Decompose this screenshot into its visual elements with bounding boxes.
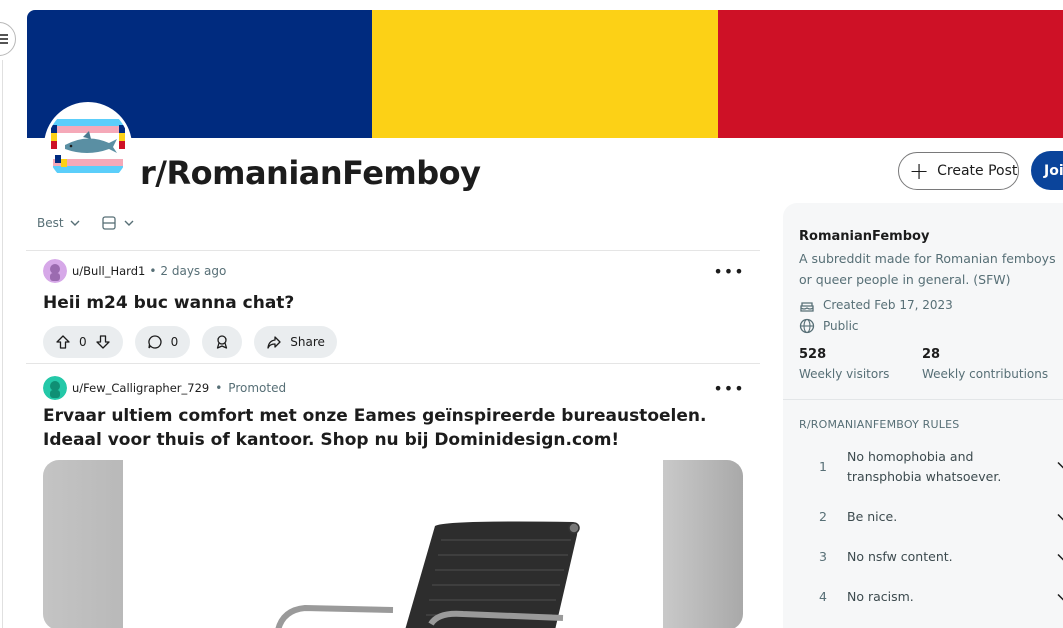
more-options-button[interactable]: ••• (713, 259, 745, 283)
rule-text: Be nice. (847, 509, 898, 524)
visibility-label: Public (823, 319, 859, 333)
view-mode-dropdown[interactable] (101, 216, 134, 230)
created-date: Created Feb 17, 2023 (823, 298, 953, 312)
weekly-visitors-label: Weekly visitors (799, 367, 890, 381)
rule-item[interactable]: 1 No homophobia and transphobia whatsoev… (799, 447, 1063, 487)
community-avatar (44, 102, 132, 190)
comment-icon (147, 335, 162, 349)
sidebar-divider (783, 399, 1063, 400)
user-avatar[interactable] (43, 259, 67, 283)
rule-number: 4 (819, 589, 827, 604)
nav-menu-button[interactable] (0, 22, 16, 56)
post-title[interactable]: Heii m24 buc wanna chat? (43, 291, 743, 315)
vote-pill: 0 (43, 326, 123, 358)
sort-label: Best (37, 216, 64, 230)
ad-image[interactable] (43, 460, 743, 628)
plus-icon: + (909, 157, 930, 185)
award-icon (217, 335, 228, 349)
comment-count: 0 (170, 335, 179, 349)
flag-stripe-yellow (372, 10, 718, 138)
created-row: Created Feb 17, 2023 (799, 297, 953, 313)
user-avatar[interactable] (43, 376, 67, 400)
rule-text: No nsfw content. (847, 549, 953, 564)
rule-item[interactable]: 2 Be nice. (799, 507, 1063, 527)
feed-divider (26, 363, 760, 364)
community-sidebar: RomanianFemboy A subreddit made for Roma… (783, 203, 1063, 628)
flag-stripe-red (717, 10, 1063, 138)
chevron-down-icon (1057, 553, 1063, 561)
hamburger-icon (0, 34, 8, 44)
promoted-tag: Promoted (228, 381, 287, 395)
award-button[interactable] (202, 326, 243, 358)
rule-number: 2 (819, 509, 827, 524)
chevron-down-icon (1057, 461, 1063, 469)
share-icon (267, 336, 281, 349)
sidebar-community-name: RomanianFemboy (799, 229, 930, 244)
rule-item[interactable]: 4 No racism. (799, 587, 1063, 607)
rule-number: 1 (819, 459, 827, 474)
post-card[interactable]: u/Bull_Hard1 • 2 days ago ••• Heii m24 b… (43, 259, 745, 358)
chevron-down-icon (1057, 593, 1063, 601)
rule-text: No homophobia and transphobia whatsoever… (847, 449, 1002, 484)
more-icon: ••• (713, 261, 745, 281)
join-button[interactable]: Join (1031, 151, 1063, 190)
more-options-button[interactable]: ••• (713, 376, 745, 400)
comments-button[interactable]: 0 (134, 326, 191, 358)
sort-dropdown[interactable]: Best (37, 216, 80, 230)
left-rail-divider (2, 60, 3, 628)
chevron-down-icon (1057, 513, 1063, 521)
vote-score: 0 (79, 335, 87, 349)
post-meta: u/Few_Calligrapher_729 • Promoted (43, 376, 743, 400)
weekly-contributions-label: Weekly contributions (922, 367, 1049, 381)
post-meta: u/Bull_Hard1 • 2 days ago (43, 259, 743, 283)
more-icon: ••• (713, 378, 745, 398)
chevron-down-icon (70, 220, 80, 226)
create-post-button[interactable]: + Create Post (898, 152, 1019, 190)
globe-icon (799, 318, 815, 334)
chevron-down-icon (124, 220, 134, 226)
share-button[interactable]: Share (254, 326, 337, 358)
cake-icon (800, 302, 814, 312)
feed-divider (26, 250, 760, 251)
post-author[interactable]: u/Bull_Hard1 (72, 264, 145, 278)
sidebar-description: A subreddit made for Romanian femboys or… (799, 251, 1056, 287)
downvote-icon[interactable] (95, 334, 111, 350)
create-post-label: Create Post (937, 163, 1018, 179)
post-actions: 0 0 Share (43, 326, 743, 358)
subreddit-title: r/RomanianFemboy (140, 154, 481, 192)
weekly-contributions-stat: 28 Weekly contributions (922, 347, 1048, 381)
rule-text: No racism. (847, 589, 914, 604)
rule-item[interactable]: 3 No nsfw content. (799, 547, 1063, 567)
visibility-row: Public (799, 318, 859, 334)
post-title[interactable]: Ervaar ultiem comfort met onze Eames geï… (43, 404, 733, 452)
share-label: Share (290, 335, 325, 349)
rules-heading: R/ROMANIANFEMBOY RULES (799, 418, 960, 431)
upvote-icon[interactable] (55, 334, 71, 350)
rule-number: 3 (819, 549, 827, 564)
join-label: Join (1044, 162, 1063, 179)
weekly-visitors-count: 528 (799, 347, 827, 362)
feed-sort-bar: Best (37, 216, 134, 230)
weekly-contributions-count: 28 (922, 347, 941, 362)
promoted-post-card[interactable]: u/Few_Calligrapher_729 • Promoted ••• Er… (43, 376, 745, 452)
subreddit-banner (27, 10, 1063, 138)
post-time: 2 days ago (160, 264, 227, 278)
weekly-visitors-stat: 528 Weekly visitors (799, 347, 889, 381)
post-author[interactable]: u/Few_Calligrapher_729 (72, 381, 209, 395)
card-view-icon (101, 216, 116, 230)
